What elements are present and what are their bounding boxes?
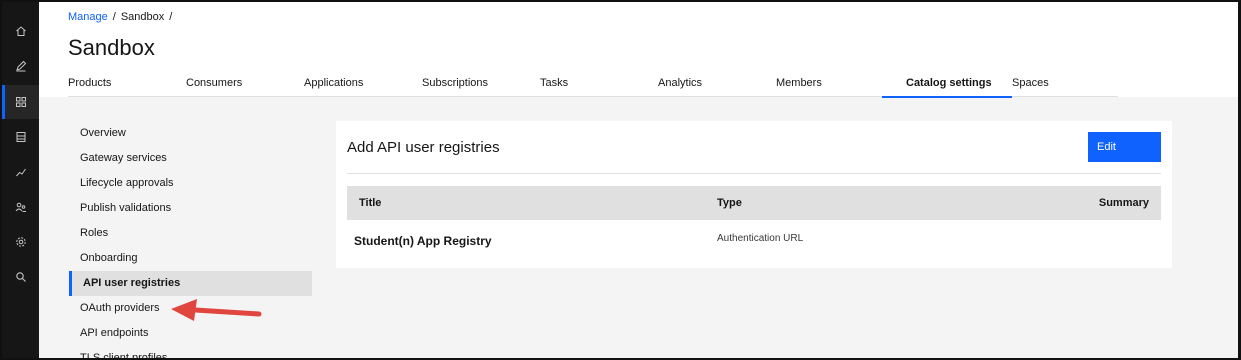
sidenav-item-overview[interactable]: Overview: [69, 121, 312, 146]
edit-icon[interactable]: [2, 49, 39, 83]
column-header-type[interactable]: Type: [717, 197, 1067, 209]
breadcrumb: Manage / Sandbox /: [68, 11, 177, 23]
annotation-arrow-icon: [171, 299, 262, 321]
column-header-title[interactable]: Title: [347, 197, 717, 209]
breadcrumb-current: Sandbox: [120, 11, 165, 23]
dashboard-icon[interactable]: [2, 85, 39, 119]
breadcrumb-separator: /: [169, 11, 173, 23]
breadcrumb-manage-link[interactable]: Manage: [68, 11, 108, 23]
sidenav-item-api-user-registries[interactable]: API user registries: [69, 271, 312, 296]
members-icon[interactable]: [2, 190, 39, 224]
search-icon[interactable]: [2, 260, 39, 294]
tab-members[interactable]: Members: [776, 72, 894, 97]
app-window: Manage / Sandbox / Sandbox Products Consume…: [0, 0, 1241, 360]
edit-button[interactable]: Edit: [1088, 132, 1161, 162]
home-icon[interactable]: [2, 14, 39, 48]
tab-subscriptions[interactable]: Subscriptions: [422, 72, 540, 97]
table-header: Title Type Summary: [347, 186, 1161, 220]
page-header: Manage / Sandbox / Sandbox Products Consume…: [39, 2, 1238, 98]
settings-icon[interactable]: [2, 225, 39, 259]
row-type: Authentication URL: [717, 233, 804, 244]
sidenav-item-onboarding[interactable]: Onboarding: [69, 246, 312, 271]
registries-table: Title Type Summary Student(n) App Regist…: [347, 186, 1161, 264]
page-title: Sandbox: [68, 35, 155, 60]
left-rail: [2, 2, 39, 358]
catalog-icon[interactable]: [2, 120, 39, 154]
sidenav-item-lifecycle-approvals[interactable]: Lifecycle approvals: [69, 171, 312, 196]
card-title: Add API user registries: [347, 139, 500, 156]
divider: [347, 173, 1161, 174]
sidenav-item-gateway-services[interactable]: Gateway services: [69, 146, 312, 171]
row-title: Student(n) App Registry: [354, 234, 492, 248]
table-row[interactable]: Student(n) App Registry Authentication U…: [347, 220, 1161, 264]
api-user-registries-card: Add API user registries Edit Title Type …: [336, 121, 1172, 268]
tab-applications[interactable]: Applications: [304, 72, 422, 97]
tab-tasks[interactable]: Tasks: [540, 72, 658, 97]
tab-bar: Products Consumers Applications Subscrip…: [68, 72, 1118, 98]
tab-catalog-settings[interactable]: Catalog settings: [882, 72, 1012, 98]
sidenav-item-tls-client-profiles[interactable]: TLS client profiles: [69, 346, 312, 358]
tab-analytics[interactable]: Analytics: [658, 72, 776, 97]
breadcrumb-separator: /: [112, 11, 116, 23]
sidenav-item-roles[interactable]: Roles: [69, 221, 312, 246]
sidenav-item-publish-validations[interactable]: Publish validations: [69, 196, 312, 221]
analytics-icon[interactable]: [2, 155, 39, 189]
tab-spaces[interactable]: Spaces: [1012, 72, 1118, 97]
tab-consumers[interactable]: Consumers: [186, 72, 304, 97]
tab-products[interactable]: Products: [68, 72, 186, 97]
column-header-summary[interactable]: Summary: [1067, 197, 1161, 209]
